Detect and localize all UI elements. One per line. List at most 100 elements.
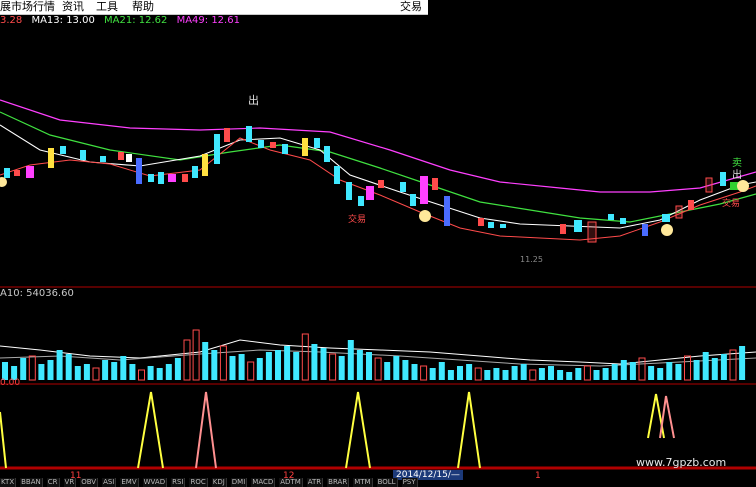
volume-bar [729, 349, 737, 381]
volume-bar [384, 362, 391, 380]
menu-item-trade[interactable]: 交易 [400, 0, 422, 14]
menu-item-news[interactable]: 资讯 [62, 0, 84, 14]
signal-spike [195, 391, 217, 469]
volume-bar [720, 354, 727, 380]
smiley-icon [0, 177, 7, 187]
volume-bar [92, 367, 100, 381]
volume-bar [493, 368, 500, 380]
volume-bar [520, 364, 527, 380]
volume-bar [739, 346, 746, 380]
candle [500, 224, 506, 228]
volume-bar [657, 368, 664, 380]
volume-bar [320, 348, 327, 380]
candle [26, 166, 34, 178]
volume-bar [693, 360, 700, 380]
candle [688, 200, 694, 210]
menu-item-tools[interactable]: 工具 [96, 0, 118, 14]
indicator-tab[interactable]: ROC [189, 478, 208, 487]
volume-bar [311, 344, 318, 380]
candle [48, 148, 54, 168]
indicator-tab[interactable]: ATR [306, 478, 324, 487]
volume-bar [356, 350, 363, 380]
indicator-tab[interactable]: DMI [230, 478, 248, 487]
indicator-tab[interactable]: MACD [251, 478, 276, 487]
indicator-tab[interactable]: OBV [80, 478, 99, 487]
signal-spike [137, 391, 164, 469]
candle [136, 158, 142, 184]
volume-bar [192, 329, 200, 381]
volume-bar [183, 339, 191, 381]
candle [662, 214, 670, 222]
indicator-tab[interactable]: WVAD [142, 478, 168, 487]
volume-bar [629, 362, 636, 380]
volume-title: A10: 54036.60 [0, 288, 74, 299]
volume-ma-line [0, 339, 756, 365]
volume-bar [129, 364, 136, 380]
volume-bar [83, 364, 90, 380]
indicator-tab[interactable]: RSI [171, 478, 186, 487]
volume-bar [583, 365, 591, 381]
volume-bar [702, 352, 709, 380]
indicator-tab[interactable]: MTM [353, 478, 373, 487]
indicator-tab[interactable]: PSY [401, 478, 418, 487]
volume-bar [293, 352, 300, 380]
volume-bar [529, 369, 537, 381]
indicator-tab[interactable]: KTX [0, 478, 17, 487]
indicator-tab[interactable]: ADTM [279, 478, 303, 487]
oscillator-spikes [0, 391, 675, 469]
candle [608, 214, 614, 220]
ma49-line [0, 99, 756, 193]
candle [148, 174, 154, 182]
indicator-tab[interactable]: CR [46, 478, 60, 487]
ma21-line [0, 111, 756, 223]
indicator-tab[interactable]: EMV [120, 478, 139, 487]
menu-item-market[interactable]: 展市场行情 [0, 0, 55, 14]
ma-legend: 3.28 MA13: 13.00 MA21: 12.62 MA49: 12.61 [0, 15, 246, 27]
candle [270, 142, 276, 148]
ma5-value: 3.28 [0, 15, 23, 26]
stock-chart[interactable]: 出 卖 出 交易 交易 [0, 0, 756, 487]
menu-item-help[interactable]: 帮助 [132, 0, 154, 14]
volume-bar [502, 370, 509, 380]
candle [202, 154, 208, 176]
candle [100, 156, 106, 162]
sell-signal-1: 出 [248, 93, 259, 107]
candle [14, 170, 20, 176]
candle [182, 174, 188, 182]
indicator-tab[interactable]: BRAR [327, 478, 350, 487]
candle [324, 146, 330, 162]
volume-bar [548, 366, 554, 380]
volume-bar [138, 369, 145, 381]
volume-bar [411, 364, 418, 380]
candle [378, 180, 384, 188]
indicator-tab[interactable]: VR [63, 478, 77, 487]
volume-bar [684, 355, 691, 381]
volume-bar [211, 350, 218, 380]
smiley-icon [419, 210, 431, 222]
indicator-tab[interactable]: ASI [102, 478, 117, 487]
volume-bar [675, 364, 682, 380]
volume-bar [347, 340, 354, 380]
candle [587, 221, 597, 243]
volume-bar [648, 366, 655, 380]
candle [444, 196, 450, 226]
volume-bar [538, 368, 545, 380]
candle [705, 177, 713, 193]
candlesticks [4, 126, 744, 243]
smiley-signal-icons [0, 177, 749, 236]
indicator-tab[interactable]: BBAN [20, 478, 43, 487]
candle [314, 138, 320, 148]
volume-bar [466, 364, 473, 380]
volume-bar [420, 365, 428, 381]
indicator-tab[interactable]: KDJ [211, 478, 227, 487]
volume-bar [256, 358, 263, 380]
candle [400, 182, 406, 192]
volume-bar [47, 360, 54, 380]
smiley-icon [737, 180, 749, 192]
candle [214, 134, 220, 164]
volume-bar [247, 361, 255, 381]
sell-signal-3: 出 [732, 168, 742, 181]
volume-bar [56, 350, 63, 380]
candle [420, 176, 428, 204]
indicator-tab[interactable]: BOLL [376, 478, 398, 487]
